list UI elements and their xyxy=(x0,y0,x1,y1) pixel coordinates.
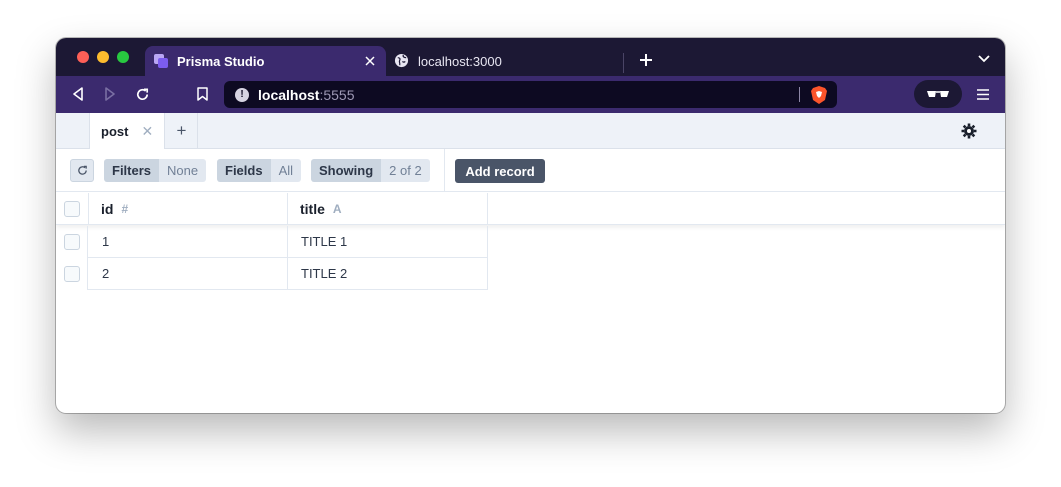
prisma-studio-icon xyxy=(153,53,169,69)
select-all-checkbox[interactable] xyxy=(64,201,80,217)
site-info-icon[interactable]: ! xyxy=(235,87,249,102)
tab-divider xyxy=(623,53,624,73)
fields-label: Fields xyxy=(217,159,271,182)
chevron-down-icon[interactable] xyxy=(976,51,992,67)
column-header-title[interactable]: title A xyxy=(288,193,488,225)
minimize-window-button[interactable] xyxy=(97,51,109,63)
reload-icon[interactable] xyxy=(132,84,152,104)
action-bar: Filters None Fields All Showing 2 of 2 A… xyxy=(56,149,1005,192)
fields-value: All xyxy=(270,159,302,182)
gear-icon[interactable] xyxy=(961,123,977,139)
back-icon[interactable] xyxy=(68,84,88,104)
row-select-cell xyxy=(56,226,88,258)
browser-tab-prisma-studio[interactable]: Prisma Studio xyxy=(145,46,386,76)
table-cell-title[interactable]: TITLE 2 xyxy=(288,258,488,290)
showing-button[interactable]: Showing 2 of 2 xyxy=(311,159,430,182)
address-bar-divider xyxy=(799,87,800,102)
globe-icon xyxy=(394,53,410,69)
sunglasses-icon[interactable] xyxy=(914,80,962,108)
action-bar-divider xyxy=(444,149,445,192)
browser-window: Prisma Studio localhost:3000 ! localhost… xyxy=(56,38,1005,413)
menu-icon[interactable] xyxy=(974,85,992,103)
table-cell-id[interactable]: 1 xyxy=(88,226,288,258)
browser-toolbar: ! localhost:5555 xyxy=(56,76,1005,113)
row-select-cell xyxy=(56,258,88,290)
brave-shields-icon[interactable] xyxy=(810,85,828,105)
new-tab-button[interactable] xyxy=(636,50,656,70)
filters-value: None xyxy=(159,159,207,182)
column-name: title xyxy=(300,201,325,217)
number-type-icon: # xyxy=(121,202,129,216)
close-icon[interactable]: ✕ xyxy=(141,123,153,140)
showing-value: 2 of 2 xyxy=(381,159,430,182)
zoom-window-button[interactable] xyxy=(117,51,129,63)
select-all-cell xyxy=(56,193,88,225)
filters-label: Filters xyxy=(104,159,160,182)
browser-tab-localhost-3000[interactable]: localhost:3000 xyxy=(386,46,624,76)
tab-label: post xyxy=(101,123,129,139)
table-cell-title[interactable]: TITLE 1 xyxy=(288,226,488,258)
address-bar-url: localhost:5555 xyxy=(258,86,355,103)
forward-icon[interactable] xyxy=(100,84,120,104)
browser-tab-title: localhost:3000 xyxy=(418,53,502,69)
add-record-button[interactable]: Add record xyxy=(455,159,545,183)
filters-button[interactable]: Filters None xyxy=(104,159,207,182)
table-row: 1 TITLE 1 xyxy=(56,226,488,258)
refresh-button[interactable] xyxy=(70,159,94,182)
column-name: id xyxy=(101,201,114,217)
table-cell-id[interactable]: 2 xyxy=(88,258,288,290)
table-row: 2 TITLE 2 xyxy=(56,258,488,290)
browser-tab-strip: Prisma Studio localhost:3000 xyxy=(56,38,1005,76)
close-window-button[interactable] xyxy=(77,51,89,63)
bookmark-icon[interactable] xyxy=(192,84,212,104)
tab-post[interactable]: post ✕ xyxy=(89,113,165,149)
row-checkbox[interactable] xyxy=(63,266,80,282)
address-bar[interactable]: ! localhost:5555 xyxy=(224,81,837,108)
add-tab-button[interactable]: + xyxy=(166,113,198,149)
close-tab-icon[interactable] xyxy=(362,53,378,69)
column-header-id[interactable]: id # xyxy=(88,193,288,225)
studio-tab-bar: post ✕ + xyxy=(56,113,1005,149)
row-checkbox[interactable] xyxy=(63,234,80,250)
showing-label: Showing xyxy=(311,159,382,182)
browser-tab-title: Prisma Studio xyxy=(177,53,265,69)
string-type-icon: A xyxy=(332,202,342,216)
grid-header: id # title A xyxy=(56,193,1005,225)
fields-button[interactable]: Fields All xyxy=(217,159,302,182)
